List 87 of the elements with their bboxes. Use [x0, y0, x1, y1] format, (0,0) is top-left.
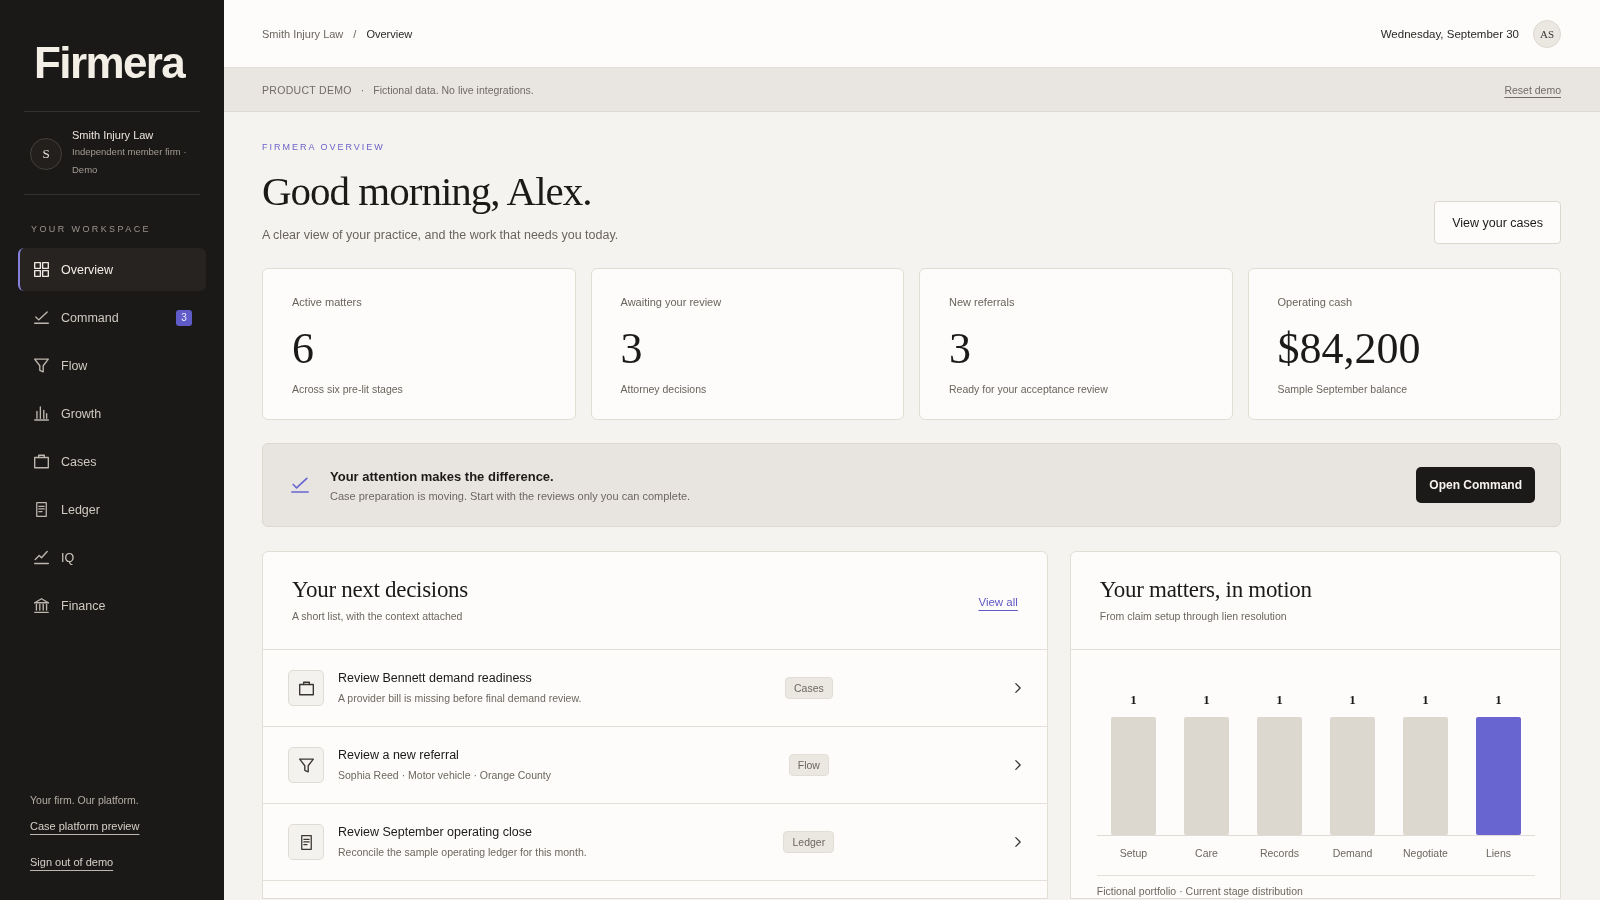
bar-value-label: 1: [1349, 692, 1356, 707]
stat-label: Active matters: [292, 295, 362, 309]
demo-label: PRODUCT DEMO: [262, 83, 352, 96]
separator: ·: [360, 83, 365, 96]
chevron-right-icon[interactable]: [1014, 837, 1021, 847]
bar-value-label: 1: [1276, 692, 1283, 707]
stat-label: New referrals: [949, 295, 1015, 309]
bar-value-label: 1: [1130, 692, 1137, 707]
attention-title: Your attention makes the difference.: [330, 467, 554, 486]
checkmark-icon: [34, 310, 49, 325]
stage-label: Records: [1259, 847, 1299, 859]
card-title: Your next decisions: [292, 576, 468, 604]
sidebar-item[interactable]: Finance: [18, 584, 206, 627]
stat-value: $84,200: [1277, 324, 1421, 374]
sidebar-item[interactable]: IQ: [18, 536, 206, 579]
date-label: Wednesday, September 30: [1380, 27, 1519, 40]
stat-value: 3: [949, 324, 971, 374]
stage-label: Negotiate: [1402, 847, 1448, 859]
view-cases-button[interactable]: View your cases: [1434, 201, 1561, 244]
stat-label: Awaiting your review: [620, 295, 722, 309]
attention-text: Case preparation is moving. Start with the reviews only you can complete.: [330, 488, 691, 503]
decision-detail: A provider bill is missing before final demand review.: [338, 690, 582, 705]
decision-title[interactable]: Review September operating close: [338, 823, 532, 840]
category-tag: Flow: [788, 754, 829, 776]
stat-note: Across six pre-lit stages: [292, 382, 403, 396]
stat-value: 6: [292, 324, 314, 374]
bar-value-label: 1: [1422, 692, 1429, 707]
greeting-title: Good morning, Alex.: [262, 167, 592, 215]
demo-note: Fictional data. No live integrations.: [373, 83, 534, 96]
sidebar-item[interactable]: Growth: [18, 392, 206, 435]
checkmark-icon: [291, 477, 309, 493]
funnel-icon: [34, 358, 49, 373]
stat-label: Operating cash: [1277, 295, 1353, 309]
stat-value: 3: [620, 324, 643, 374]
eyebrow-label: FIRMERA OVERVIEW: [262, 141, 385, 153]
stage-label: Demand: [1332, 847, 1373, 859]
card-subtitle: A short list, with the context attached: [292, 609, 463, 624]
firm-detail: Independent member firm · Demo: [72, 145, 188, 177]
firm-avatar: S: [30, 137, 62, 170]
sidebar-item[interactable]: Flow: [18, 344, 206, 387]
open-command-button[interactable]: Open Command: [1416, 467, 1535, 503]
decision-title[interactable]: Review Bennett demand readiness: [338, 669, 532, 686]
stage-label: Care: [1194, 847, 1218, 859]
briefcase-icon: [288, 670, 324, 706]
category-tag: Ledger: [783, 831, 835, 853]
firmera-logo: Firmera: [34, 41, 185, 85]
funnel-icon: [288, 747, 324, 783]
breadcrumb-separator: /: [353, 27, 357, 40]
footer-link[interactable]: Sign out of demo: [30, 855, 114, 869]
chevron-right-icon[interactable]: [1014, 683, 1021, 693]
category-tag: Cases: [784, 677, 833, 699]
section-label: YOUR WORKSPACE: [31, 223, 151, 235]
view-all-link[interactable]: View all: [978, 595, 1018, 608]
chevron-right-icon[interactable]: [1014, 760, 1021, 770]
decision-detail: Reconcile the sample operating ledger for this month.: [338, 844, 587, 859]
stat-note: Ready for your acceptance review: [949, 382, 1108, 396]
decision-title[interactable]: Review a new referral: [338, 746, 459, 763]
sidebar-item[interactable]: Ledger: [18, 488, 206, 531]
stat-note: Attorney decisions: [620, 382, 707, 396]
stage-label: Setup: [1119, 847, 1148, 859]
card-title: Your matters, in motion: [1099, 576, 1312, 604]
grid-icon: [34, 262, 49, 277]
bank-icon: [34, 598, 49, 613]
breadcrumb-current: Overview: [366, 27, 413, 40]
bar-chart-icon: [34, 406, 49, 421]
tagline: Your firm. Our platform.: [30, 793, 139, 807]
stage-label: Liens: [1485, 847, 1511, 859]
reset-demo-link[interactable]: Reset demo: [1504, 83, 1561, 96]
document-icon: [34, 502, 49, 517]
sidebar-item[interactable]: Cases: [18, 440, 206, 483]
sidebar-item[interactable]: Overview: [18, 248, 206, 291]
firm-name: Smith Injury Law: [72, 128, 154, 143]
document-icon: [288, 824, 324, 860]
bar-value-label: 1: [1203, 692, 1210, 707]
breadcrumb-link[interactable]: Smith Injury Law: [262, 27, 344, 40]
line-chart-icon: [34, 550, 49, 565]
briefcase-icon: [34, 454, 49, 469]
decision-detail: Sophia Reed · Motor vehicle · Orange County: [338, 767, 552, 782]
footer-link[interactable]: Case platform preview: [30, 819, 140, 833]
sidebar-item[interactable]: Command 3: [18, 296, 206, 339]
chart-footnote: Fictional portfolio · Current stage distribution: [1096, 884, 1303, 898]
greeting-subtitle: A clear view of your practice, and the work that needs you today.: [262, 227, 619, 244]
bar-value-label: 1: [1495, 692, 1502, 707]
count-badge: 3: [176, 309, 192, 326]
card-subtitle: From claim setup through lien resolution: [1099, 609, 1287, 624]
user-avatar[interactable]: AS: [1533, 19, 1561, 48]
stat-note: Sample September balance: [1277, 382, 1408, 396]
